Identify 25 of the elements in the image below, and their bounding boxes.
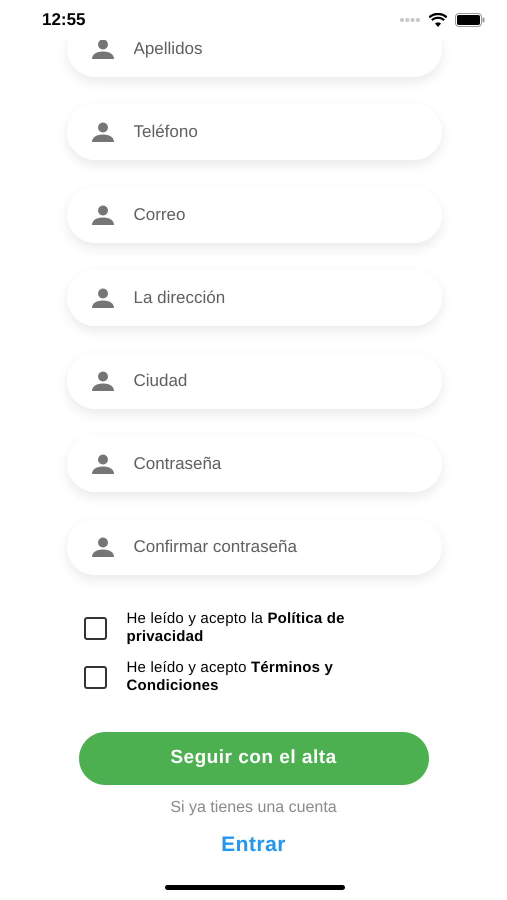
person-icon: [92, 122, 114, 142]
login-link[interactable]: Entrar: [221, 829, 286, 860]
person-icon: [92, 40, 114, 59]
input-field[interactable]: Correo: [66, 187, 442, 243]
input-field[interactable]: Teléfono: [66, 104, 442, 160]
person-icon: [92, 454, 114, 474]
checkbox[interactable]: [84, 616, 106, 640]
person-icon: [92, 537, 114, 557]
person-icon: [92, 371, 114, 391]
submit-button[interactable]: Seguir con el alta: [78, 732, 428, 785]
status-time: 12:55: [42, 9, 86, 32]
agreement-text: He leído y acepto la Política de privacidad: [126, 610, 346, 646]
person-icon: [92, 288, 114, 308]
checkbox[interactable]: [84, 666, 106, 688]
battery-icon: [455, 13, 485, 27]
wifi-icon: [429, 13, 447, 27]
signal-icon: [399, 17, 421, 23]
input-field[interactable]: Confirmar contraseña: [66, 519, 442, 575]
input-field[interactable]: Apellidos: [66, 40, 442, 77]
input-field[interactable]: La dirección: [66, 270, 442, 326]
person-icon: [92, 205, 114, 225]
agreement-text: He leído y acepto Términos y Condiciones: [126, 659, 334, 695]
login-prompt: Si ya tienes una cuenta: [170, 798, 337, 818]
input-field[interactable]: Ciudad: [66, 353, 442, 409]
input-field[interactable]: Contraseña: [66, 436, 442, 492]
